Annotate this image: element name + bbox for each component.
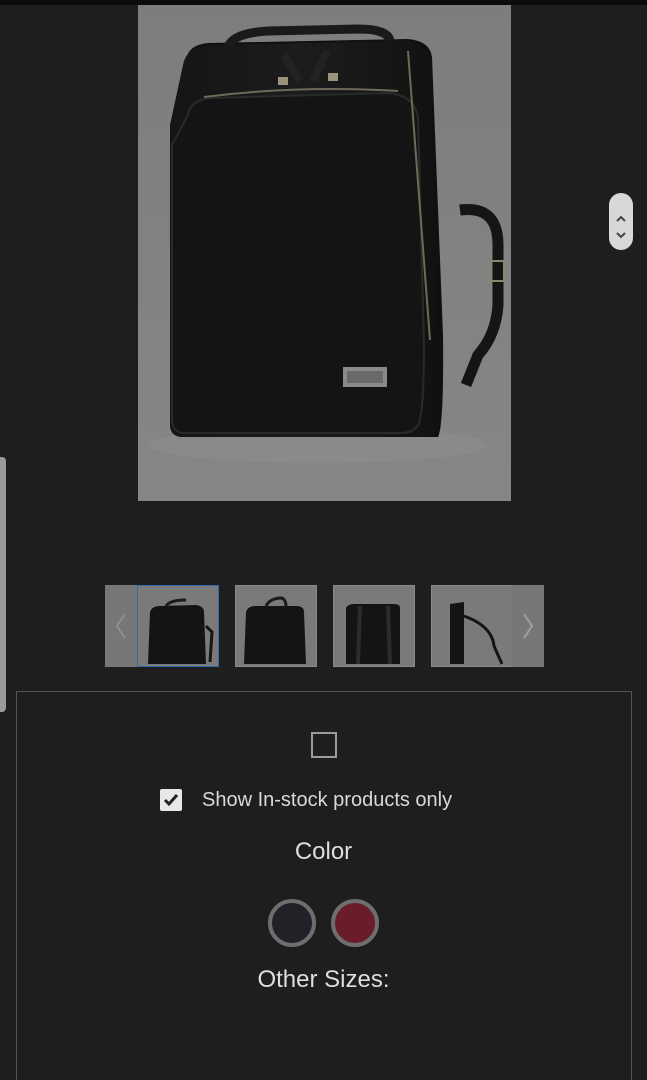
unlabeled-checkbox[interactable] <box>311 732 337 758</box>
chevron-up-icon[interactable] <box>614 209 628 222</box>
instock-label: Show In-stock products only <box>202 788 453 811</box>
edge-panel-handle[interactable] <box>0 457 6 712</box>
product-main-image[interactable] <box>138 5 511 501</box>
chevron-down-icon[interactable] <box>614 225 628 238</box>
thumbnail-front-flat-view[interactable] <box>235 585 317 667</box>
product-page: Show In-stock products only Color Other … <box>0 0 647 1080</box>
image-scroll-control[interactable] <box>609 193 633 250</box>
backpack-illustration <box>138 5 511 501</box>
thumbnail-side-view[interactable] <box>431 585 513 667</box>
instock-filter[interactable]: Show In-stock products only <box>160 785 452 815</box>
chevron-left-icon <box>115 613 126 639</box>
thumbnail-carousel <box>105 585 544 667</box>
thumbnail-back-view[interactable] <box>333 585 415 667</box>
thumb-next-button[interactable] <box>512 585 544 667</box>
chevron-right-icon <box>523 613 534 639</box>
instock-checkbox[interactable] <box>160 789 182 811</box>
checkmark-icon <box>163 794 179 807</box>
color-swatch-burgundy[interactable] <box>331 899 379 947</box>
thumbnail-front-view[interactable] <box>137 585 219 667</box>
other-sizes-heading: Other Sizes: <box>257 966 390 993</box>
thumb-prev-button[interactable] <box>105 585 137 667</box>
color-swatch-black[interactable] <box>268 899 316 947</box>
color-heading: Color <box>294 838 353 865</box>
